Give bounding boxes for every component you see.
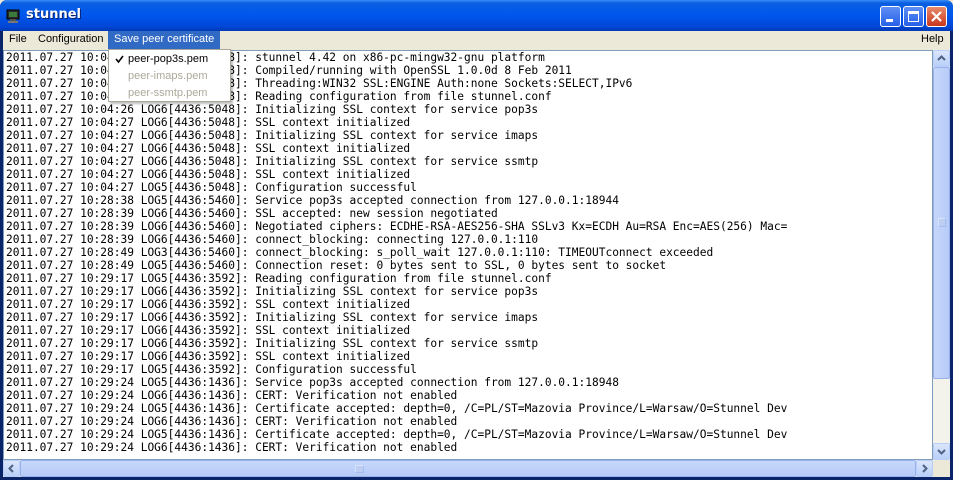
log-line: 2011.07.27 10:29:17 LOG6[4436:3592]: SSL… bbox=[6, 350, 411, 363]
menu-item-peer-ssmtp: peer-ssmtp.pem bbox=[128, 87, 208, 99]
log-line: 2011.07.27 10:29:17 LOG6[4436:3592]: SSL… bbox=[6, 324, 411, 337]
log-line: 2011.07.27 10:28:39 LOG6[4436:5460]: SSL… bbox=[6, 207, 498, 220]
log-line: 2011.07.27 10:29:17 LOG6[4436:3592]: SSL… bbox=[6, 298, 411, 311]
scroll-up-button[interactable] bbox=[933, 50, 950, 67]
log-line: 2011.07.27 10:29:24 LOG6[4436:1436]: CER… bbox=[6, 389, 458, 402]
log-line: 2011.07.27 10:04:27 LOG6[4436:5048]: SSL… bbox=[6, 116, 411, 129]
chevron-right-icon bbox=[922, 464, 928, 473]
log-line: 2011.07.27 10:29:17 LOG5[4436:3592]: Con… bbox=[6, 363, 417, 376]
save-peer-certificate-menu: peer-pop3s.pem peer-imaps.pem peer-ssmtp… bbox=[108, 49, 231, 102]
maximize-button[interactable] bbox=[903, 6, 924, 27]
menu-file[interactable]: File bbox=[3, 31, 33, 49]
log-line: 2011.07.27 10:28:38 LOG5[4436:5460]: Ser… bbox=[6, 194, 619, 207]
chevron-up-icon bbox=[937, 55, 946, 61]
log-line: 2011.07.27 10:04:27 LOG6[4436:5048]: Ini… bbox=[6, 129, 539, 142]
menu-configuration[interactable]: Configuration bbox=[32, 31, 109, 49]
grip-icon bbox=[355, 465, 364, 473]
log-line: 2011.07.27 10:04:27 LOG6[4436:5048]: SSL… bbox=[6, 168, 411, 181]
window-title: stunnel bbox=[26, 7, 81, 22]
log-line: 2011.07.27 10:04:27 LOG6[4436:5048]: Ini… bbox=[6, 155, 539, 168]
menu-save-peer-certificate[interactable]: Save peer certificate bbox=[108, 31, 221, 49]
title-bar[interactable]: stunnel bbox=[0, 0, 953, 31]
log-line: 2011.07.27 10:29:17 LOG6[4436:3592]: Ini… bbox=[6, 337, 539, 350]
close-button[interactable] bbox=[926, 6, 947, 27]
log-line: 2011.07.27 10:29:17 LOG6[4436:3592]: Ini… bbox=[6, 285, 539, 298]
chevron-left-icon bbox=[8, 464, 14, 473]
log-line: 2011.07.27 10:29:17 LOG5[4436:3592]: Rea… bbox=[6, 272, 552, 285]
scroll-right-button[interactable] bbox=[916, 460, 933, 477]
log-line: 2011.07.27 10:29:17 LOG6[4436:3592]: Ini… bbox=[6, 311, 539, 324]
menu-bar: File Configuration Save peer certificate… bbox=[3, 31, 950, 49]
horizontal-scrollbar[interactable] bbox=[3, 460, 933, 477]
log-line: 2011.07.27 10:29:24 LOG5[4436:1436]: Cer… bbox=[6, 428, 788, 441]
log-line: 2011.07.27 10:29:24 LOG6[4436:1436]: CER… bbox=[6, 441, 458, 454]
menu-item-peer-pop3s[interactable]: peer-pop3s.pem bbox=[109, 51, 230, 68]
log-line: 2011.07.27 10:04:27 LOG6[4436:5048]: SSL… bbox=[6, 142, 411, 155]
log-line: 2011.07.27 10:28:39 LOG6[4436:5460]: Neg… bbox=[6, 220, 788, 233]
scroll-down-button[interactable] bbox=[933, 443, 950, 460]
grip-icon bbox=[938, 218, 946, 227]
scrollbar-corner bbox=[933, 460, 950, 477]
vertical-scroll-thumb[interactable] bbox=[933, 67, 950, 379]
stunnel-app-icon bbox=[6, 8, 22, 24]
minimize-button[interactable] bbox=[880, 6, 901, 27]
log-line: 2011.07.27 10:28:49 LOG5[4436:5460]: Con… bbox=[6, 259, 667, 272]
log-line: 2011.07.27 10:28:39 LOG6[4436:5460]: con… bbox=[6, 233, 539, 246]
log-lines: 2011.07.27 10:04:26 LOG5[4436:5048]: stu… bbox=[6, 51, 787, 454]
log-line: 2011.07.27 10:04:26 LOG6[4436:5048]: Ini… bbox=[6, 103, 539, 116]
vertical-scrollbar[interactable] bbox=[933, 50, 950, 460]
log-line: 2011.07.27 10:28:49 LOG3[4436:5460]: con… bbox=[6, 246, 714, 259]
scroll-left-button[interactable] bbox=[3, 460, 20, 477]
chevron-down-icon bbox=[937, 449, 946, 455]
stunnel-window: stunnel File Configuration Save peer cer… bbox=[0, 0, 953, 480]
menu-item-peer-imaps: peer-imaps.pem bbox=[128, 70, 208, 82]
menu-help[interactable]: Help bbox=[915, 31, 950, 49]
horizontal-scroll-thumb[interactable] bbox=[20, 460, 916, 477]
log-text-area[interactable]: 2011.07.27 10:04:26 LOG5[4436:5048]: stu… bbox=[3, 50, 933, 460]
log-line: 2011.07.27 10:04:27 LOG5[4436:5048]: Con… bbox=[6, 181, 417, 194]
log-line: 2011.07.27 10:29:24 LOG6[4436:1436]: CER… bbox=[6, 415, 458, 428]
log-line: 2011.07.27 10:29:24 LOG5[4436:1436]: Ser… bbox=[6, 376, 619, 389]
log-line: 2011.07.27 10:29:24 LOG5[4436:1436]: Cer… bbox=[6, 402, 788, 415]
